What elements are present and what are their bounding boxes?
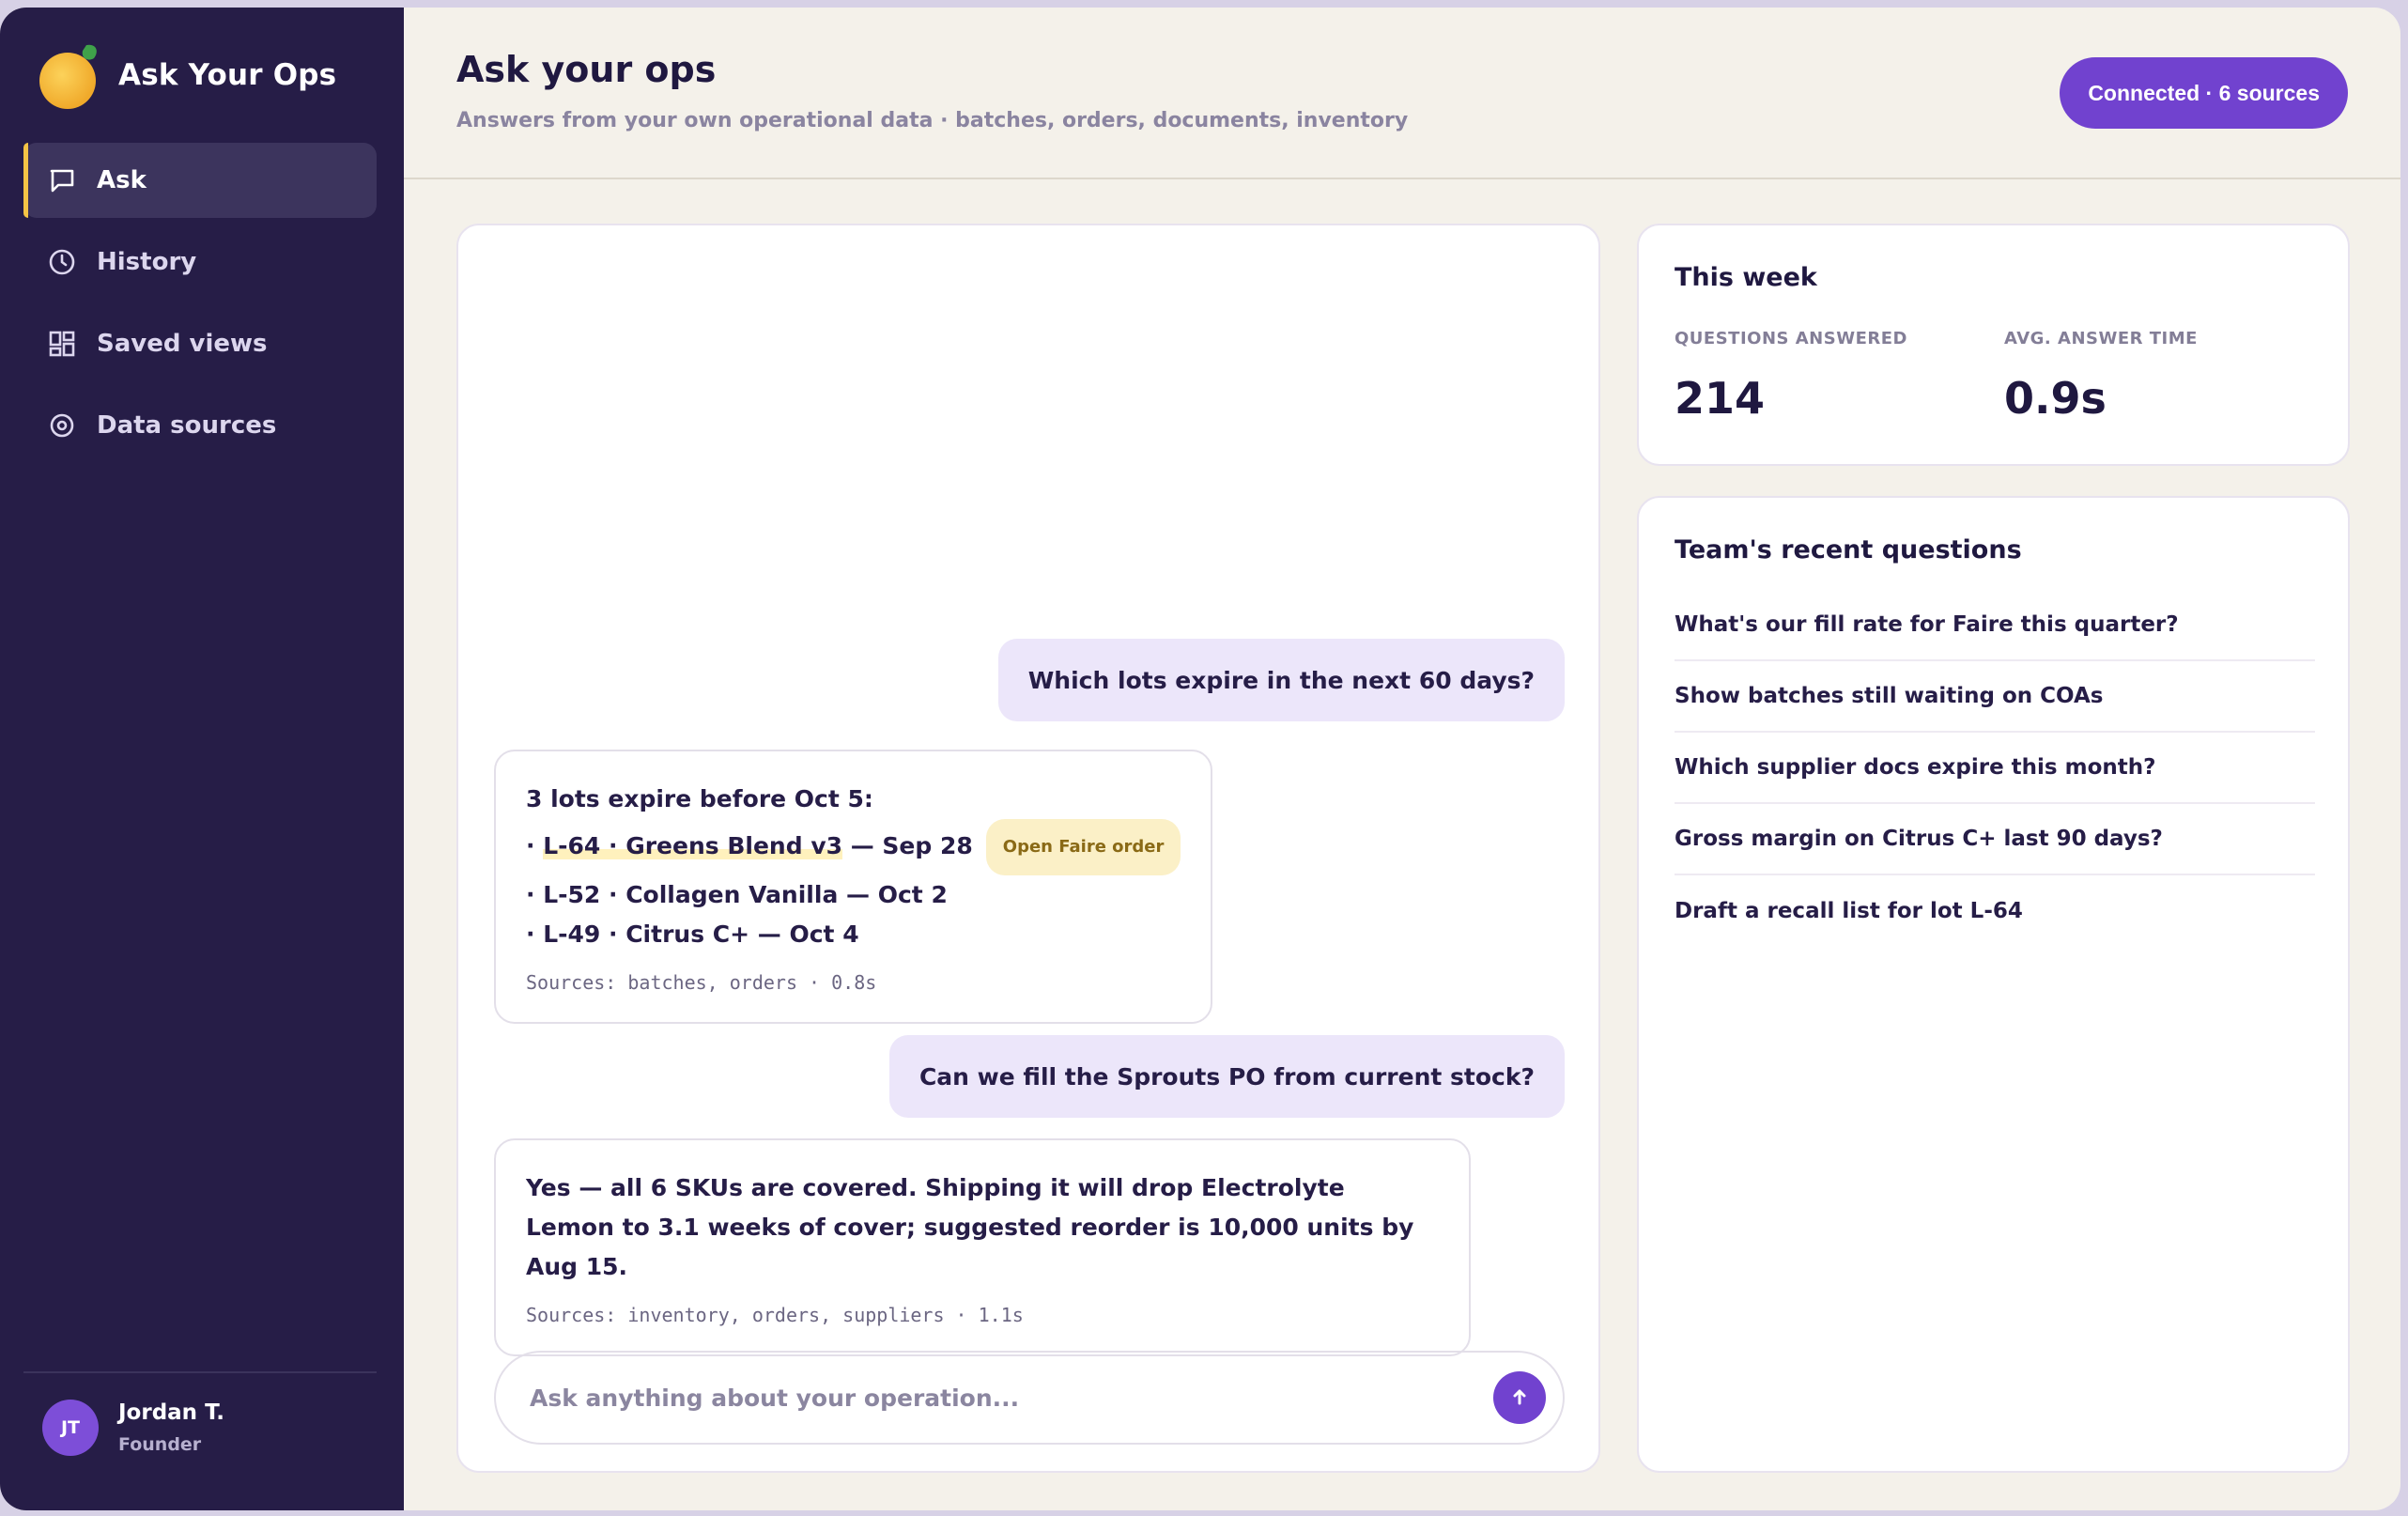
arrow-up-icon bbox=[1509, 1386, 1530, 1410]
sidebar-item-label: History bbox=[97, 248, 197, 276]
answer-text: Yes — all 6 SKUs are covered. Shipping i… bbox=[526, 1168, 1418, 1287]
user-message: Which lots expire in the next 60 days? bbox=[997, 639, 1565, 721]
user-info: Jordan T. Founder bbox=[118, 1400, 224, 1455]
lot-date: — Sep 28 bbox=[842, 832, 973, 859]
clock-icon bbox=[48, 248, 76, 276]
answer-sources: Sources: batches, orders · 0.8s bbox=[526, 971, 877, 994]
connected-sources-button[interactable]: Connected · 6 sources bbox=[2060, 57, 2348, 129]
avatar: JT bbox=[42, 1400, 99, 1456]
recent-questions-card: Team's recent questions What's our fill … bbox=[1637, 496, 2350, 1473]
sidebar-item-ask[interactable]: Ask bbox=[23, 143, 377, 218]
recent-question-item[interactable]: What's our fill rate for Faire this quar… bbox=[1675, 590, 2315, 661]
target-icon bbox=[48, 411, 76, 440]
sidebar-item-history[interactable]: History bbox=[23, 224, 377, 300]
user-name: Jordan T. bbox=[118, 1400, 225, 1425]
stat-value: 214 bbox=[1675, 373, 1766, 424]
sidebar-item-saved-views[interactable]: Saved views bbox=[23, 306, 377, 381]
recent-question-item[interactable]: Gross margin on Citrus C+ last 90 days? bbox=[1675, 804, 2315, 875]
stat-label: AVG. ANSWER TIME bbox=[2004, 329, 2198, 348]
page-header: Ask your ops Answers from your own opera… bbox=[404, 8, 2400, 179]
sidebar-item-label: Data sources bbox=[97, 411, 277, 440]
lot-link[interactable]: L-64 · Greens Blend v3 bbox=[543, 832, 843, 859]
sidebar-nav: Ask History Saved views Data sources bbox=[23, 143, 377, 470]
user-role: Founder bbox=[118, 1434, 202, 1455]
open-faire-order-tag[interactable]: Open Faire order bbox=[985, 819, 1181, 875]
answer-line: · L-64 · Greens Blend v3 — Sep 28 Open Fa… bbox=[526, 819, 1181, 875]
assistant-answer: 3 lots expire before Oct 5: · L-64 · Gre… bbox=[494, 750, 1213, 1024]
card-title: This week bbox=[1675, 263, 1817, 292]
grid-icon bbox=[48, 330, 76, 358]
stat-avg-time: AVG. ANSWER TIME 0.9s bbox=[2004, 329, 2198, 424]
recent-question-item[interactable]: Draft a recall list for lot L-64 bbox=[1675, 875, 2315, 947]
assistant-answer: Yes — all 6 SKUs are covered. Shipping i… bbox=[494, 1138, 1471, 1356]
stat-value: 0.9s bbox=[2004, 373, 2107, 424]
user-message: Can we fill the Sprouts PO from current … bbox=[888, 1035, 1565, 1118]
composer bbox=[494, 1351, 1565, 1445]
sidebar-item-data-sources[interactable]: Data sources bbox=[23, 388, 377, 463]
stat-label: QUESTIONS ANSWERED bbox=[1675, 329, 1907, 348]
chat-icon bbox=[48, 166, 76, 194]
page-title: Ask your ops bbox=[456, 49, 717, 90]
app-name: Ask Your Ops bbox=[118, 58, 337, 92]
answer-sources: Sources: inventory, orders, suppliers · … bbox=[526, 1304, 1024, 1326]
recent-question-item[interactable]: Which supplier docs expire this month? bbox=[1675, 733, 2315, 804]
stat-questions: QUESTIONS ANSWERED 214 bbox=[1675, 329, 1907, 424]
answer-highlight: 3.1 weeks of cover bbox=[657, 1214, 906, 1241]
answer-line: · L-49 · Citrus C+ — Oct 4 bbox=[526, 920, 859, 948]
send-button[interactable] bbox=[1493, 1371, 1546, 1424]
answer-line: · L-52 · Collagen Vanilla — Oct 2 bbox=[526, 881, 948, 908]
recent-question-item[interactable]: Show batches still waiting on COAs bbox=[1675, 661, 2315, 733]
app-window: Ask Your Ops Ask History Saved views Dat… bbox=[0, 8, 2400, 1510]
answer-intro: 3 lots expire before Oct 5: bbox=[526, 785, 873, 812]
bullet: · bbox=[526, 832, 544, 859]
chat-panel: Which lots expire in the next 60 days? 3… bbox=[456, 224, 1600, 1473]
question-input[interactable] bbox=[530, 1384, 1493, 1412]
sidebar-item-label: Ask bbox=[97, 166, 147, 194]
sidebar-item-label: Saved views bbox=[97, 330, 268, 358]
user-profile[interactable]: JT Jordan T. Founder bbox=[23, 1371, 377, 1456]
weekly-stats-card: This week QUESTIONS ANSWERED 214 AVG. AN… bbox=[1637, 224, 2350, 466]
brand: Ask Your Ops bbox=[38, 39, 336, 111]
orange-logo-icon bbox=[38, 39, 101, 111]
card-title: Team's recent questions bbox=[1675, 535, 2022, 565]
page-subtitle: Answers from your own operational data ·… bbox=[456, 109, 1409, 132]
recent-questions-list: What's our fill rate for Faire this quar… bbox=[1675, 590, 2315, 947]
sidebar: Ask Your Ops Ask History Saved views Dat… bbox=[0, 8, 404, 1510]
